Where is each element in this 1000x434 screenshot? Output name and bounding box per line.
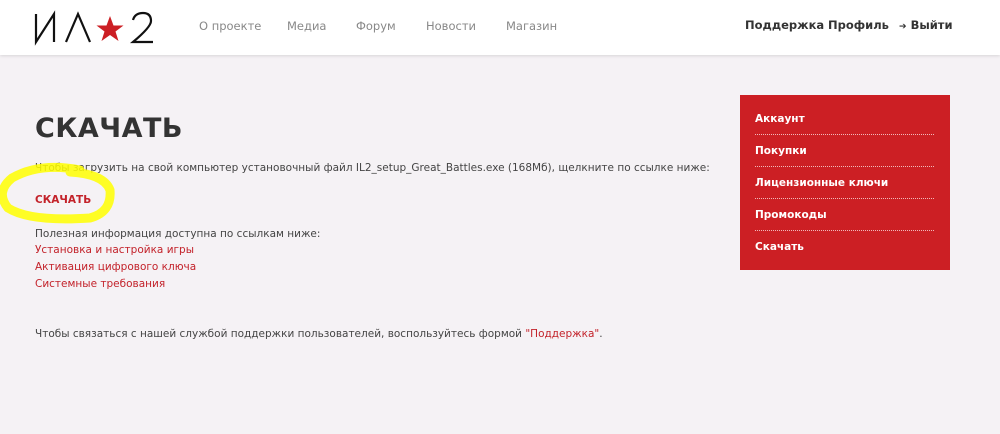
logo[interactable]: [32, 10, 162, 46]
intro-text: Чтобы загрузить на свой компьютер устано…: [35, 162, 710, 174]
nav-shop[interactable]: Магазин: [506, 19, 557, 33]
support-text: Чтобы связаться с нашей службой поддержк…: [35, 328, 603, 340]
nav-media[interactable]: Медиа: [287, 19, 326, 33]
logout-label: Выйти: [910, 18, 953, 32]
page-title: СКАЧАТЬ: [35, 113, 183, 144]
download-link[interactable]: СКАЧАТЬ: [35, 194, 91, 206]
nav-profile[interactable]: Профиль: [828, 18, 889, 32]
sign-out-icon: ➔: [899, 22, 907, 32]
support-prefix: Чтобы связаться с нашей службой поддержк…: [35, 328, 526, 340]
sidebar-item-license-keys[interactable]: Лицензионные ключи: [755, 177, 934, 189]
sidebar-item-promo-codes[interactable]: Промокоды: [755, 209, 934, 221]
system-requirements-link[interactable]: Системные требования: [35, 278, 165, 290]
divider: [755, 134, 934, 135]
useful-info-text: Полезная информация доступна по ссылкам …: [35, 228, 321, 240]
sidebar-item-download[interactable]: Скачать: [755, 241, 934, 253]
support-suffix: .: [599, 328, 603, 340]
key-activation-link[interactable]: Активация цифрового ключа: [35, 261, 196, 273]
divider: [755, 166, 934, 167]
header: О проекте Медиа Форум Новости Магазин По…: [0, 0, 1000, 55]
logout-button[interactable]: ➔ Выйти: [899, 18, 953, 32]
divider: [755, 198, 934, 199]
nav-about[interactable]: О проекте: [199, 19, 261, 33]
install-setup-link[interactable]: Установка и настройка игры: [35, 244, 194, 256]
sidebar-item-purchases[interactable]: Покупки: [755, 145, 934, 157]
nav-news[interactable]: Новости: [426, 19, 476, 33]
sidebar-item-account[interactable]: Аккаунт: [755, 113, 934, 125]
nav-support[interactable]: Поддержка: [745, 18, 824, 32]
account-sidebar: Аккаунт Покупки Лицензионные ключи Промо…: [740, 95, 950, 270]
divider: [755, 230, 934, 231]
support-form-link[interactable]: "Поддержка": [525, 328, 599, 340]
star-icon: [96, 16, 124, 41]
nav-forum[interactable]: Форум: [356, 19, 396, 33]
